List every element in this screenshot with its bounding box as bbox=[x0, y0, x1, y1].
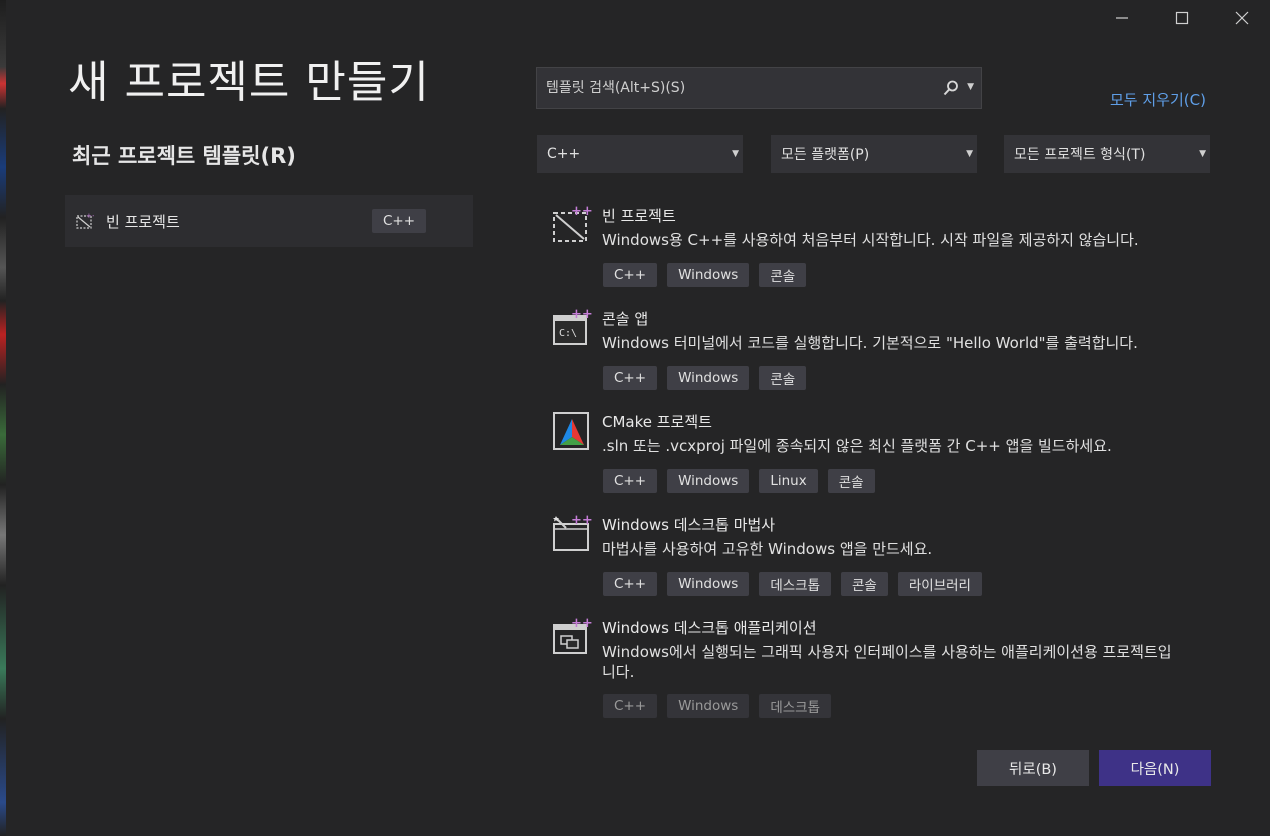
tag: Windows bbox=[667, 366, 750, 390]
template-description: Windows 터미널에서 코드를 실행합니다. 기본적으로 "Hello Wo… bbox=[602, 334, 1138, 352]
language-filter-value: C++ bbox=[547, 146, 581, 162]
empty-project-icon: ++ bbox=[76, 212, 94, 229]
template-name: Windows 데스크톱 마법사 bbox=[602, 516, 776, 534]
template-description: .sln 또는 .vcxproj 파일에 종속되지 않은 최신 플랫폼 간 C+… bbox=[602, 437, 1112, 455]
tag: Windows bbox=[667, 469, 750, 493]
tag: 라이브러리 bbox=[897, 572, 982, 596]
tag: 데스크톱 bbox=[759, 694, 832, 718]
background-window-strip bbox=[0, 0, 6, 836]
tag: Windows bbox=[667, 263, 750, 287]
chevron-down-icon: ▼ bbox=[966, 149, 973, 159]
maximize-button[interactable] bbox=[1158, 4, 1206, 32]
language-filter-dropdown[interactable]: C++ ▼ bbox=[537, 135, 743, 173]
console-app-icon: C:\ ++ bbox=[553, 308, 592, 345]
recent-item-label: 빈 프로젝트 bbox=[106, 212, 180, 231]
tag: C++ bbox=[603, 572, 658, 596]
recent-item-empty-project[interactable]: ++ 빈 프로젝트 C++ bbox=[65, 195, 473, 247]
svg-text:++: ++ bbox=[86, 212, 94, 220]
tag: C++ bbox=[603, 263, 658, 287]
tag: C++ bbox=[603, 694, 658, 718]
page-title: 새 프로젝트 만들기 bbox=[68, 57, 430, 108]
cmake-icon bbox=[553, 412, 589, 450]
svg-text:++: ++ bbox=[571, 514, 592, 528]
back-button[interactable]: 뒤로(B) bbox=[977, 750, 1089, 786]
svg-text:C:\: C:\ bbox=[559, 328, 577, 339]
empty-project-icon: ++ bbox=[553, 205, 592, 242]
tag: 콘솔 bbox=[827, 469, 875, 493]
search-options-chevron-down-icon[interactable]: ▼ bbox=[967, 82, 974, 92]
project-type-filter-dropdown[interactable]: 모든 프로젝트 형식(T) ▼ bbox=[1004, 135, 1210, 173]
tag: Linux bbox=[759, 469, 818, 493]
template-name: Windows 데스크톱 애플리케이션 bbox=[602, 619, 817, 637]
template-search-box[interactable]: ▼ bbox=[536, 67, 982, 109]
maximize-icon bbox=[1175, 11, 1189, 25]
tag: Windows bbox=[667, 572, 750, 596]
minimize-icon bbox=[1116, 17, 1128, 19]
platform-filter-value: 모든 플랫폼(P) bbox=[781, 147, 870, 163]
tag: C++ bbox=[603, 469, 658, 493]
template-item-desktop-application[interactable]: ++ Windows 데스크톱 애플리케이션 Windows에서 실행되는 그래… bbox=[552, 617, 1192, 721]
chevron-down-icon: ▼ bbox=[1199, 149, 1206, 159]
clear-all-link[interactable]: 모두 지우기(C) bbox=[1110, 89, 1206, 110]
tag: 콘솔 bbox=[759, 263, 807, 287]
tag: 콘솔 bbox=[759, 366, 807, 390]
template-item-empty-project[interactable]: ++ 빈 프로젝트 Windows용 C++를 사용하여 처음부터 시작합니다.… bbox=[552, 205, 1192, 295]
tag: C++ bbox=[603, 366, 658, 390]
platform-filter-dropdown[interactable]: 모든 플랫폼(P) ▼ bbox=[771, 135, 977, 173]
desktop-wizard-icon: ++ bbox=[553, 514, 592, 551]
recent-templates-heading: 최근 프로젝트 템플릿(R) bbox=[72, 144, 296, 168]
project-type-filter-value: 모든 프로젝트 형식(T) bbox=[1014, 147, 1146, 163]
template-description: Windows에서 실행되는 그래픽 사용자 인터페이스를 사용하는 애플리케이… bbox=[602, 643, 1172, 681]
minimize-button[interactable] bbox=[1098, 4, 1146, 32]
tag: 콘솔 bbox=[841, 572, 888, 596]
template-item-cmake-project[interactable]: CMake 프로젝트 .sln 또는 .vcxproj 파일에 종속되지 않은 … bbox=[552, 411, 1192, 501]
template-description: 마법사를 사용하여 고유한 Windows 앱을 만드세요. bbox=[602, 540, 933, 558]
svg-text:++: ++ bbox=[571, 308, 592, 322]
close-button[interactable] bbox=[1218, 4, 1266, 32]
svg-text:++: ++ bbox=[571, 205, 592, 219]
template-search-input[interactable] bbox=[544, 79, 938, 97]
recent-item-tag: C++ bbox=[372, 209, 427, 233]
template-name: CMake 프로젝트 bbox=[602, 413, 712, 431]
template-item-desktop-wizard[interactable]: ++ Windows 데스크톱 마법사 마법사를 사용하여 고유한 Window… bbox=[552, 514, 1192, 604]
search-icon[interactable] bbox=[943, 80, 959, 96]
svg-text:++: ++ bbox=[571, 617, 592, 631]
tag: Windows bbox=[667, 694, 750, 718]
close-icon bbox=[1235, 11, 1249, 25]
template-item-console-app[interactable]: C:\ ++ 콘솔 앱 Windows 터미널에서 코드를 실행합니다. 기본적… bbox=[552, 308, 1192, 398]
template-name: 빈 프로젝트 bbox=[602, 207, 676, 225]
template-name: 콘솔 앱 bbox=[602, 310, 649, 328]
tag: 데스크톱 bbox=[759, 572, 832, 596]
chevron-down-icon: ▼ bbox=[732, 149, 739, 159]
template-description: Windows용 C++를 사용하여 처음부터 시작합니다. 시작 파일을 제공… bbox=[602, 231, 1139, 249]
desktop-app-icon: ++ bbox=[553, 617, 592, 654]
next-button[interactable]: 다음(N) bbox=[1099, 750, 1211, 786]
